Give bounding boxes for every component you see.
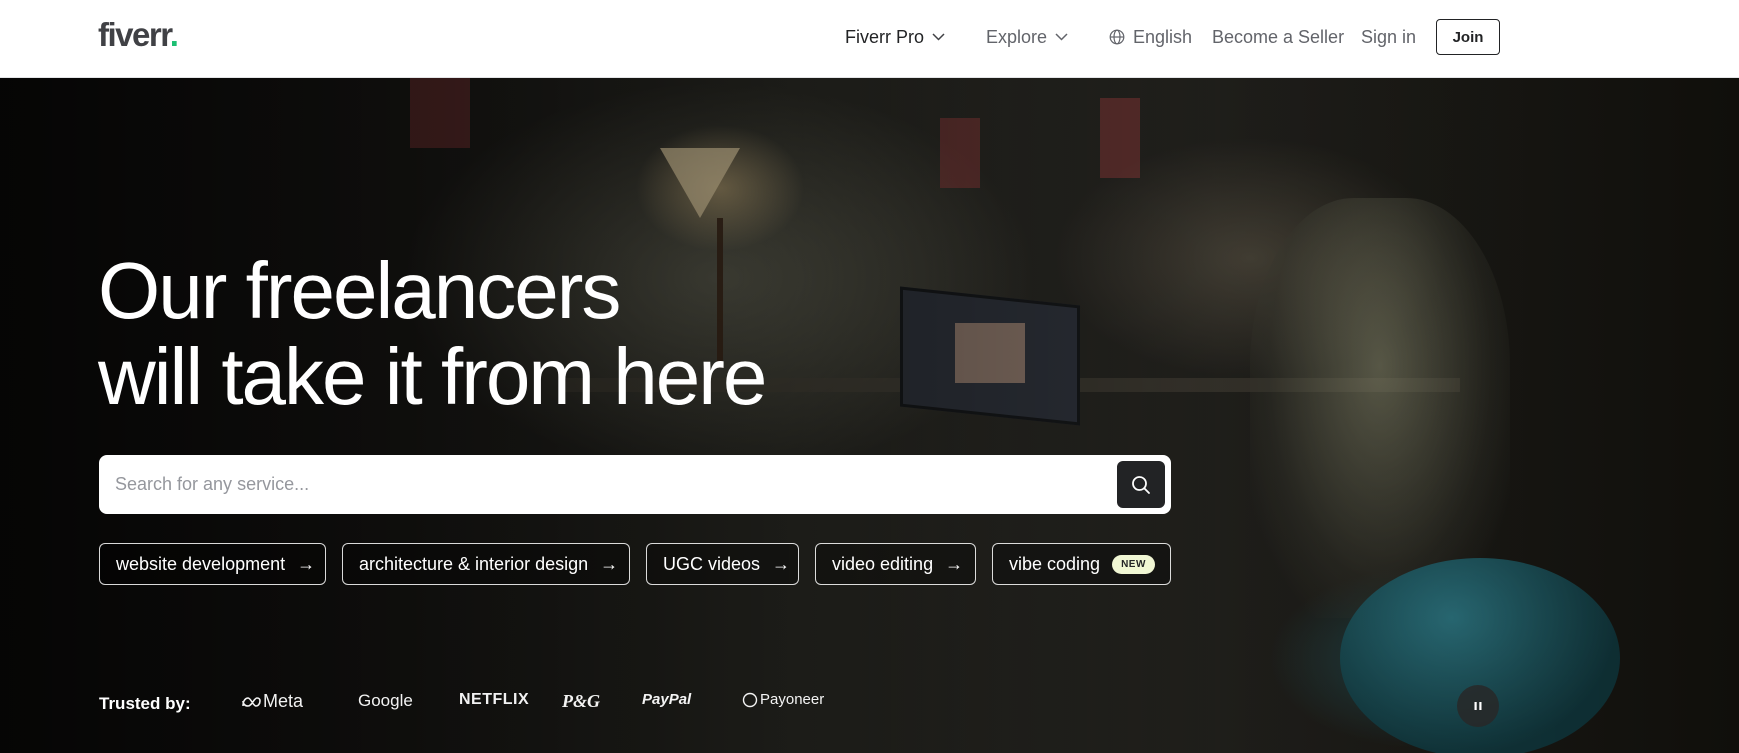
chip-label: UGC videos (663, 553, 761, 574)
hero-headline-line-1: Our freelancers (98, 246, 621, 335)
hero-section: Our freelancers will take it from here w… (0, 78, 1739, 753)
trusted-by-label: Trusted by: (99, 694, 191, 713)
chip-label: architecture & interior design (359, 553, 589, 574)
chip-label: website development (116, 553, 286, 574)
pause-icon (1474, 702, 1482, 710)
arrow-right-icon: → (600, 553, 619, 574)
chevron-down-icon (1055, 33, 1068, 41)
meta-logo-icon (242, 697, 261, 707)
search-button[interactable] (1117, 461, 1165, 508)
hero-headline-line-2: will take it from here (98, 332, 767, 421)
arrow-right-icon: → (945, 553, 964, 574)
search-input[interactable] (115, 455, 1085, 514)
new-badge: NEW (1112, 554, 1155, 574)
video-pause-button[interactable] (1457, 685, 1499, 727)
brand-payoneer-label: Payoneer (760, 691, 825, 708)
chevron-down-icon (932, 33, 945, 41)
nav-sign-in-label: Sign in (1361, 26, 1417, 47)
search-bar (99, 455, 1171, 514)
join-button[interactable]: Join (1436, 19, 1500, 55)
nav-fiverr-pro[interactable]: Fiverr Pro (845, 25, 945, 49)
chip-website-development[interactable]: website development → (99, 543, 326, 585)
brand-meta-label: Meta (263, 691, 304, 711)
arrow-right-icon: → (297, 553, 316, 574)
nav-become-seller[interactable]: Become a Seller (1212, 25, 1344, 49)
nav-become-seller-label: Become a Seller (1212, 26, 1345, 47)
brand-meta: Meta (241, 691, 303, 712)
brand-netflix: NETFLIX (459, 691, 530, 708)
brand-payoneer: Payoneer (742, 691, 824, 708)
nav-explore-label: Explore (986, 26, 1048, 47)
nav-sign-in[interactable]: Sign in (1361, 25, 1416, 49)
brand-google: Google (358, 691, 413, 710)
payoneer-ring-icon (742, 692, 758, 707)
nav-language[interactable]: English (1109, 25, 1192, 49)
search-icon (1132, 475, 1150, 494)
chip-architecture-interior-design[interactable]: architecture & interior design → (342, 543, 630, 585)
chip-label: video editing (832, 553, 934, 574)
chip-label: vibe coding (1009, 553, 1101, 574)
chip-video-editing[interactable]: video editing → (815, 543, 976, 585)
hero-headline: Our freelancers will take it from here (98, 246, 767, 421)
nav-explore[interactable]: Explore (986, 25, 1068, 49)
nav-language-label: English (1133, 26, 1193, 47)
globe-icon (1109, 29, 1125, 45)
brand-paypal: PayPal (642, 691, 692, 708)
fiverr-logo[interactable]: fiverr. (98, 16, 179, 54)
brand-pg: P&G (562, 691, 600, 711)
site-header: fiverr. Fiverr Pro Explore English Becom… (0, 0, 1739, 78)
nav-fiverr-pro-label: Fiverr Pro (845, 26, 925, 47)
arrow-right-icon: → (772, 553, 791, 574)
chip-vibe-coding[interactable]: vibe coding NEW (992, 543, 1171, 585)
chip-ugc-videos[interactable]: UGC videos → (646, 543, 799, 585)
